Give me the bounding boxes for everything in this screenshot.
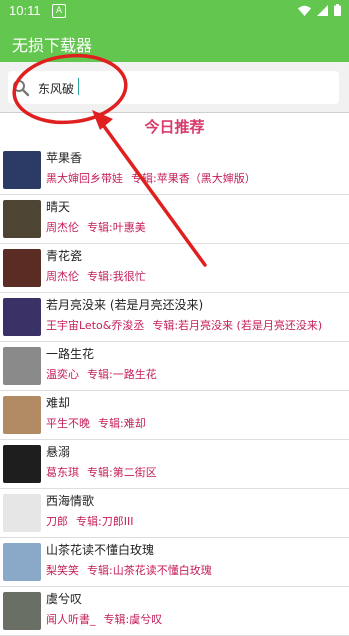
text-caret: [78, 78, 79, 95]
song-title: 苹果香: [46, 151, 83, 165]
app-bar: 无损下载器: [0, 21, 349, 62]
status-time: 10:11: [9, 3, 41, 18]
album-cover: [3, 347, 41, 385]
section-title: 今日推荐: [144, 118, 205, 136]
song-album: 专辑:山茶花读不懂白玫瑰: [87, 564, 212, 577]
wifi-icon: [298, 5, 311, 16]
album-cover: [3, 543, 41, 581]
app-title: 无损下载器: [12, 36, 93, 55]
status-bar: 10:11 A: [0, 0, 349, 21]
song-title: 青花瓷: [46, 249, 83, 263]
search-input[interactable]: 东风破: [8, 71, 339, 104]
song-title: 虞兮叹: [46, 592, 83, 606]
song-artist: 刀郎: [46, 515, 68, 528]
song-album: 专辑:一路生花: [87, 368, 157, 381]
song-artist: 黑大婶回乡带娃: [46, 172, 123, 185]
song-meta: 周杰伦 专辑:我很忙: [46, 268, 154, 284]
album-cover: [3, 249, 41, 287]
notification-a-icon: A: [52, 4, 66, 18]
battery-icon: [334, 4, 341, 16]
song-artist: 温奕心: [46, 368, 79, 381]
song-row[interactable]: 一路生花温奕心 专辑:一路生花: [0, 342, 349, 391]
album-cover: [3, 396, 41, 434]
song-artist: 平生不晚: [46, 417, 90, 430]
song-meta: 梨笑笑 专辑:山茶花读不懂白玫瑰: [46, 562, 220, 578]
search-icon: [13, 80, 30, 97]
song-album: 专辑:叶惠美: [87, 221, 146, 234]
song-row[interactable]: 西海情歌刀郎 专辑:刀郎III: [0, 489, 349, 538]
song-row[interactable]: 晴天周杰伦 专辑:叶惠美: [0, 195, 349, 244]
song-artist: 梨笑笑: [46, 564, 79, 577]
song-title: 若月亮没来 (若是月亮还没来): [46, 298, 204, 312]
song-album: 专辑:难却: [98, 417, 146, 430]
song-artist: 闻人听書_: [46, 613, 96, 626]
song-title: 悬溺: [46, 445, 71, 459]
song-artist: 周杰伦: [46, 270, 79, 283]
song-album: 专辑:第二街区: [87, 466, 157, 479]
song-row[interactable]: 若月亮没来 (若是月亮还没来) 王宇宙Leto&乔浚丞 专辑:若月亮没来 (若是月亮…: [0, 293, 349, 342]
search-query-text: 东风破: [38, 82, 75, 96]
song-row[interactable]: 难却平生不晚 专辑:难却: [0, 391, 349, 440]
album-cover: [3, 200, 41, 238]
album-cover: [3, 494, 41, 532]
song-album: 专辑:虞兮叹: [103, 613, 163, 626]
song-row[interactable]: 虞兮叹闻人听書_ 专辑:虞兮叹: [0, 587, 349, 636]
song-artist: 葛东琪: [46, 466, 79, 479]
song-row[interactable]: 苹果香黑大婶回乡带娃 专辑:苹果香（黑大婶版）: [0, 146, 349, 195]
song-artist: 王宇宙Leto&乔浚丞: [46, 319, 145, 332]
album-cover: [3, 592, 41, 630]
header-divider: [0, 112, 349, 113]
song-artist: 周杰伦: [46, 221, 79, 234]
song-title: 西海情歌: [46, 494, 95, 508]
song-meta: 闻人听書_ 专辑:虞兮叹: [46, 611, 170, 627]
song-album: 专辑:若月亮没来 (若是月亮还没来): [152, 319, 323, 332]
song-row[interactable]: 悬溺葛东琪 专辑:第二街区: [0, 440, 349, 489]
song-list: 苹果香 黑大婶回乡带娃 专辑:苹果香（黑大婶版） 晴天 周杰伦 专辑:叶惠美 青花瓷 周杰伦专…: [0, 146, 349, 636]
signal-icon: [317, 4, 328, 16]
song-meta: 王宇宙Leto&乔浚丞 专辑:若月亮没来 (若是月亮还没来): [46, 317, 330, 333]
song-row[interactable]: 山茶花读不懂白玫瑰 梨笑笑 专辑:山茶花读不懂白玫瑰: [0, 538, 349, 587]
album-cover: [3, 151, 41, 189]
album-cover: [3, 445, 41, 483]
album-cover: [3, 298, 41, 336]
song-meta: 温奕心 专辑:一路生花: [46, 366, 165, 382]
song-title: 山茶花读不懂白玫瑰: [46, 543, 155, 557]
song-meta: 葛东琪 专辑:第二街区: [46, 464, 165, 480]
song-meta: 刀郎 专辑:刀郎III: [46, 513, 141, 529]
song-album: 专辑:苹果香（黑大婶版）: [131, 172, 256, 185]
song-meta: 黑大婶回乡带娃 专辑:苹果香（黑大婶版）: [46, 170, 264, 186]
search-area: 东风破: [0, 62, 349, 112]
song-meta: 平生不晚 专辑:难却: [46, 415, 154, 431]
song-title: 一路生花: [46, 347, 95, 361]
song-row[interactable]: 青花瓷周杰伦 专辑:我很忙: [0, 244, 349, 293]
song-title: 难却: [46, 396, 71, 410]
song-meta: 周杰伦 专辑:叶惠美: [46, 219, 154, 235]
song-album: 专辑:刀郎III: [76, 515, 134, 528]
song-album: 专辑:我很忙: [87, 270, 146, 283]
song-title: 晴天: [46, 200, 71, 214]
